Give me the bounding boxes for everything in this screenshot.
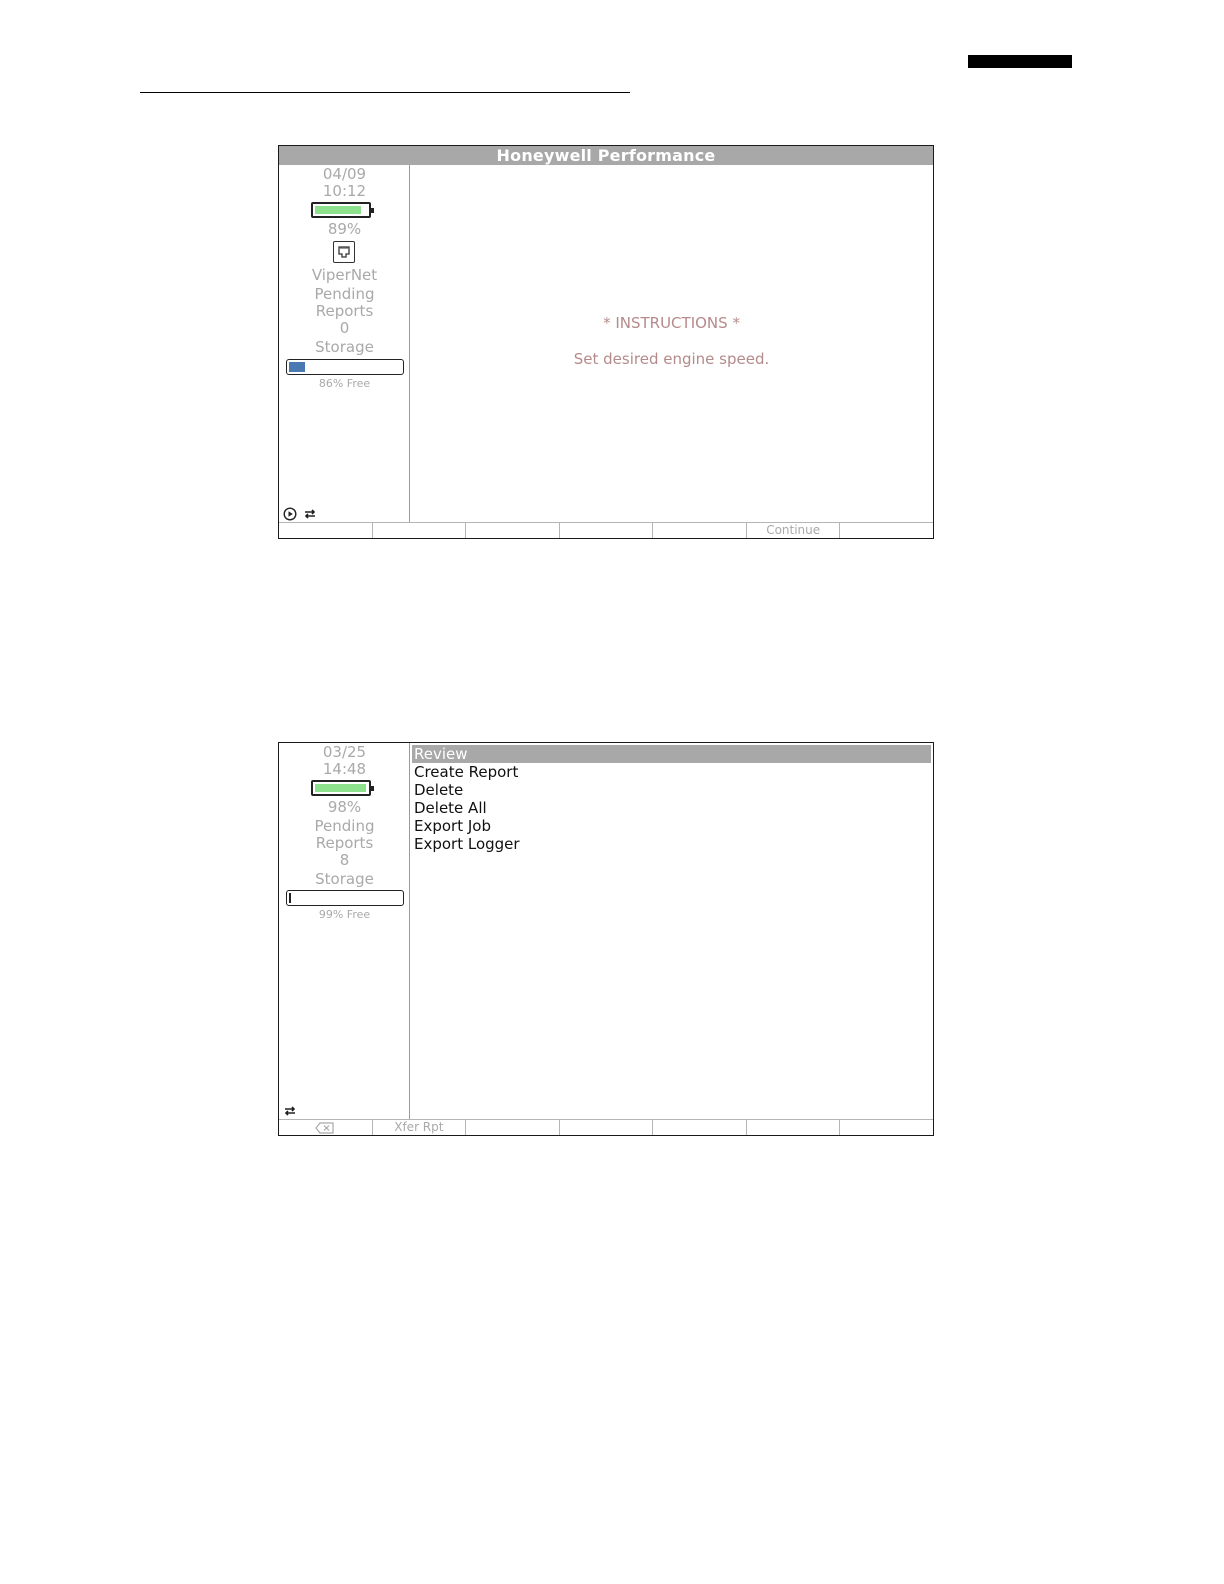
softkey-bar: Xfer Rpt — [279, 1119, 933, 1135]
title-bar: Honeywell Performance — [279, 146, 933, 165]
battery-icon — [311, 202, 374, 218]
date: 03/25 — [322, 743, 367, 761]
status-sidebar: 03/25 14:48 98% Pending Reports 8 Storag… — [279, 743, 410, 1120]
status-icons — [283, 505, 318, 521]
time: 14:48 — [322, 760, 367, 778]
header-rule — [140, 92, 630, 93]
menu-item-create-report[interactable]: Create Report — [412, 763, 931, 781]
storage-used — [289, 362, 305, 372]
battery-percent: 98% — [327, 798, 362, 816]
pending-count: 8 — [339, 851, 350, 869]
menu-item-review[interactable]: Review — [412, 745, 931, 763]
status-icons — [283, 1102, 298, 1118]
menu-item-delete-all[interactable]: Delete All — [412, 799, 931, 817]
menu-item-delete[interactable]: Delete — [412, 781, 931, 799]
storage-label: Storage — [315, 870, 374, 888]
time: 10:12 — [322, 182, 367, 200]
battery-icon — [311, 780, 374, 796]
instructions-panel: * INSTRUCTIONS * Set desired engine spee… — [410, 165, 933, 523]
softkey-bar: Continue — [279, 522, 933, 538]
reports-label: Reports — [315, 302, 374, 320]
date: 04/09 — [322, 165, 367, 183]
storage-label: Storage — [315, 338, 374, 356]
softkey-7[interactable] — [840, 523, 933, 538]
battery-level — [315, 784, 366, 792]
menu-item-export-job[interactable]: Export Job — [412, 817, 931, 835]
battery-tip — [371, 208, 374, 213]
backspace-icon — [315, 1120, 335, 1134]
softkey-5[interactable] — [653, 523, 747, 538]
xfer-rpt-button[interactable]: Xfer Rpt — [373, 1120, 467, 1135]
softkey-3[interactable] — [466, 1120, 560, 1135]
pending-label: Pending — [314, 817, 375, 835]
storage-bar — [286, 890, 404, 906]
instruction-screen: Honeywell Performance 04/09 10:12 89% Vi… — [278, 145, 934, 539]
storage-free: 99% Free — [318, 908, 371, 921]
softkey-3[interactable] — [466, 523, 560, 538]
instructions-title: * INSTRUCTIONS * — [603, 314, 740, 332]
header-block — [968, 55, 1072, 68]
battery-percent: 89% — [327, 220, 362, 238]
pending-label: Pending — [314, 285, 375, 303]
reports-label: Reports — [315, 834, 374, 852]
storage-bar — [286, 359, 404, 375]
reports-menu: Review Create Report Delete Delete All E… — [412, 745, 931, 853]
menu-item-export-logger[interactable]: Export Logger — [412, 835, 931, 853]
pending-count: 0 — [339, 319, 350, 337]
menu-panel: Review Create Report Delete Delete All E… — [410, 743, 933, 1120]
softkey-5[interactable] — [653, 1120, 747, 1135]
network-label: ViperNet — [311, 266, 378, 284]
softkey-4[interactable] — [560, 1120, 654, 1135]
backspace-button[interactable] — [279, 1120, 373, 1135]
softkey-4[interactable] — [560, 523, 654, 538]
status-sidebar: 04/09 10:12 89% ViperNet Pending Reports… — [279, 165, 410, 523]
softkey-6[interactable] — [747, 1120, 841, 1135]
continue-button[interactable]: Continue — [747, 523, 841, 538]
softkey-1[interactable] — [279, 523, 373, 538]
network-port-icon — [333, 241, 355, 263]
softkey-7[interactable] — [840, 1120, 933, 1135]
storage-free: 86% Free — [318, 377, 371, 390]
reports-menu-screen: 03/25 14:48 98% Pending Reports 8 Storag… — [278, 742, 934, 1136]
storage-used — [289, 893, 291, 903]
battery-level — [315, 206, 361, 214]
softkey-2[interactable] — [373, 523, 467, 538]
battery-tip — [371, 786, 374, 791]
instructions-text: Set desired engine speed. — [573, 350, 770, 368]
